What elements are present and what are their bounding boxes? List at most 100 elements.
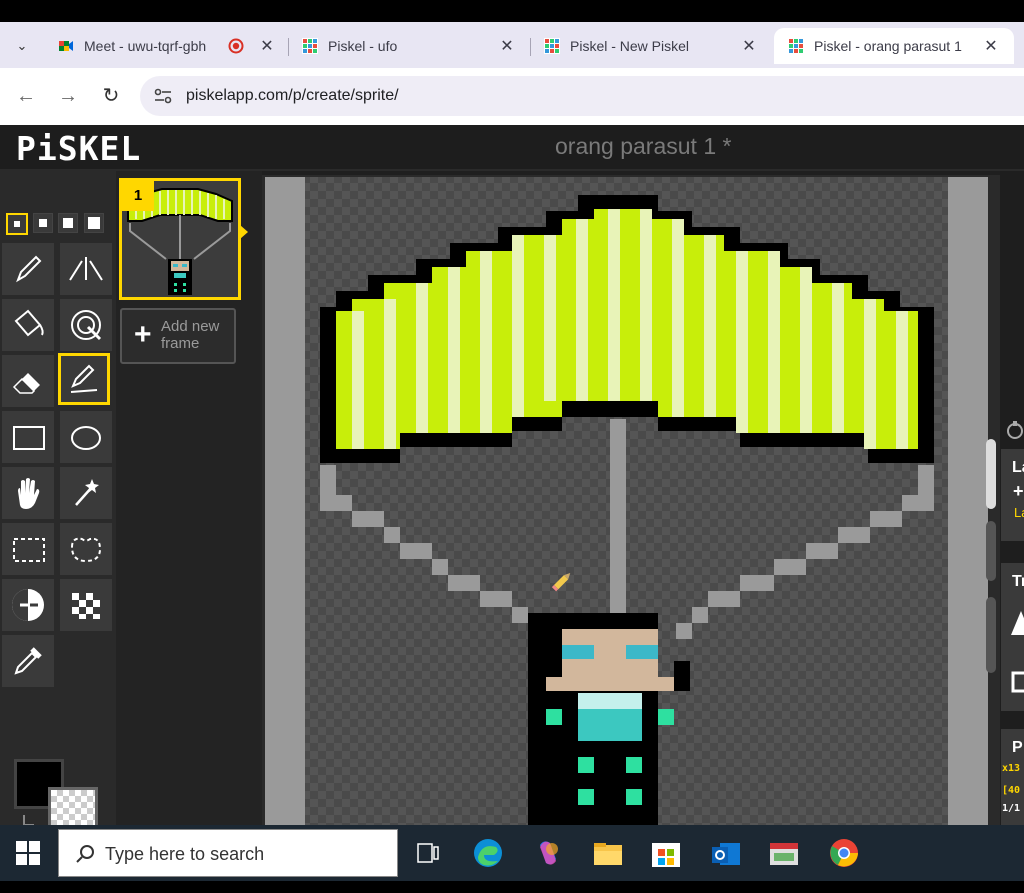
microsoft-store-icon[interactable] (648, 835, 684, 871)
circle-tool[interactable] (60, 411, 112, 463)
tab-title: Piskel - New Piskel (570, 38, 690, 54)
file-explorer-icon[interactable] (590, 835, 626, 871)
piskel-icon (302, 38, 318, 54)
rectangle-selection-tool[interactable] (2, 523, 54, 575)
tab-strip: ⌄ Meet - uwu-tqrf-gbh ✕ Piskel - ufo ✕ P… (0, 22, 1024, 68)
pencil-icon (16, 255, 42, 283)
close-icon[interactable]: ✕ (498, 36, 516, 56)
back-button[interactable]: ← (12, 82, 40, 110)
chrome-icon[interactable] (826, 835, 862, 871)
address-bar: ← → ↻ piskelapp.com/p/create/sprite/ (0, 68, 1024, 125)
scrollbar-thumb[interactable] (986, 597, 996, 673)
sprite-name[interactable]: orang parasut 1 * (555, 133, 731, 160)
shape-selection-tool[interactable] (60, 467, 112, 519)
add-layer-button[interactable]: + (1013, 481, 1024, 502)
paint-same-pixels-tool[interactable] (60, 299, 112, 351)
lighten-icon (12, 589, 44, 621)
preview-frame: 1/1 (1002, 803, 1021, 814)
piskel-app: PiSKEL orang parasut 1 * 1 + Add new fra… (0, 125, 1024, 825)
settings-icon[interactable] (1006, 419, 1024, 441)
close-icon[interactable]: ✕ (258, 36, 276, 56)
plus-icon: + (134, 318, 152, 351)
recording-icon (228, 38, 244, 54)
piskel-icon (544, 38, 560, 54)
add-frame-label: Add new frame (161, 318, 220, 352)
pen-size-3[interactable] (58, 213, 78, 233)
tab-piskel-new[interactable]: Piskel - New Piskel ✕ (530, 28, 772, 64)
rectangle-icon (13, 426, 45, 450)
vertical-mirror-pen-tool[interactable] (60, 243, 112, 295)
current-frame-indicator (240, 225, 248, 239)
windows-taskbar: Type here to search (0, 825, 1024, 881)
hand-icon (18, 478, 40, 509)
right-settings-panel: La + La Tr P x13 [40 1/1 (986, 171, 1024, 825)
tab-piskel-ufo[interactable]: Piskel - ufo ✕ (288, 28, 530, 64)
chevron-down-icon: ⌄ (16, 38, 28, 53)
pen-tool[interactable] (2, 243, 54, 295)
add-new-frame-button[interactable]: + Add new frame (120, 308, 236, 364)
color-picker-tool[interactable] (2, 635, 54, 687)
taskbar-search[interactable]: Type here to search (58, 829, 398, 877)
url-field[interactable]: piskelapp.com/p/create/sprite/ (140, 76, 1024, 116)
search-placeholder: Type here to search (105, 844, 265, 864)
top-letterbox (0, 0, 1024, 22)
pen-size-2[interactable] (33, 213, 53, 233)
task-view-icon[interactable] (410, 835, 446, 871)
circle-icon (71, 426, 101, 450)
lasso-selection-tool[interactable] (60, 523, 112, 575)
browser-chrome: ⌄ Meet - uwu-tqrf-gbh ✕ Piskel - ufo ✕ P… (0, 22, 1024, 125)
eraser-icon (12, 373, 40, 394)
windows-start-icon[interactable] (16, 841, 40, 865)
close-icon[interactable]: ✕ (982, 36, 1000, 56)
reload-button[interactable]: ↻ (97, 82, 125, 110)
eraser-tool[interactable] (2, 355, 54, 407)
eyedropper-icon (14, 647, 42, 675)
layer-item[interactable]: La (1014, 505, 1024, 520)
piskel-icon (788, 38, 804, 54)
scrollbar-thumb[interactable] (986, 521, 996, 581)
reload-icon: ↻ (102, 85, 120, 107)
preview-title: P (1012, 739, 1023, 756)
tab-title: Piskel - ufo (328, 38, 398, 54)
tab-title: Meet - uwu-tqrf-gbh (84, 38, 207, 54)
magic-wand-icon (75, 479, 99, 506)
flip-icon[interactable] (1011, 609, 1024, 637)
secondary-color-swatch[interactable] (48, 787, 98, 825)
stroke-tool[interactable] (58, 353, 110, 405)
preview-panel: P x13 [40 1/1 (1001, 729, 1024, 825)
dithering-tool[interactable] (60, 579, 112, 631)
rotate-icon[interactable] (1011, 669, 1024, 697)
swap-colors-icon[interactable] (20, 811, 40, 825)
arrow-left-icon: ← (16, 85, 36, 107)
pen-size-1[interactable] (6, 213, 28, 235)
drawing-canvas[interactable] (262, 175, 1000, 825)
paint-bucket-tool[interactable] (2, 299, 54, 351)
lasso-icon (70, 537, 102, 563)
scrollbar-thumb[interactable] (986, 439, 996, 509)
transform-panel: Tr (1001, 563, 1024, 711)
close-icon[interactable]: ✕ (740, 36, 758, 56)
app-icon[interactable] (766, 835, 802, 871)
preview-size: [40 (1002, 785, 1021, 796)
search-icon (76, 845, 94, 863)
outlook-icon[interactable] (708, 835, 744, 871)
tab-piskel-orang-parasut[interactable]: Piskel - orang parasut 1 ✕ (774, 28, 1014, 64)
frame-number: 1 (122, 181, 154, 211)
lighten-tool[interactable] (2, 579, 54, 631)
frame-thumbnail[interactable]: 1 (119, 178, 241, 300)
layers-panel: La + La (1001, 449, 1024, 541)
pen-size-4[interactable] (84, 213, 104, 233)
url-text: piskelapp.com/p/create/sprite/ (186, 87, 399, 104)
tab-search-button[interactable]: ⌄ (8, 34, 36, 58)
checker-icon (72, 593, 100, 619)
magic-bucket-icon (71, 310, 102, 341)
arrow-right-icon: → (58, 85, 78, 107)
move-tool[interactable] (2, 467, 54, 519)
copilot-icon[interactable] (530, 835, 566, 871)
rect-select-icon (13, 538, 45, 562)
edge-icon[interactable] (470, 835, 506, 871)
forward-button[interactable]: → (54, 82, 82, 110)
rectangle-tool[interactable] (2, 411, 54, 463)
google-meet-icon (59, 41, 73, 51)
tab-meet[interactable]: Meet - uwu-tqrf-gbh ✕ (44, 28, 290, 64)
